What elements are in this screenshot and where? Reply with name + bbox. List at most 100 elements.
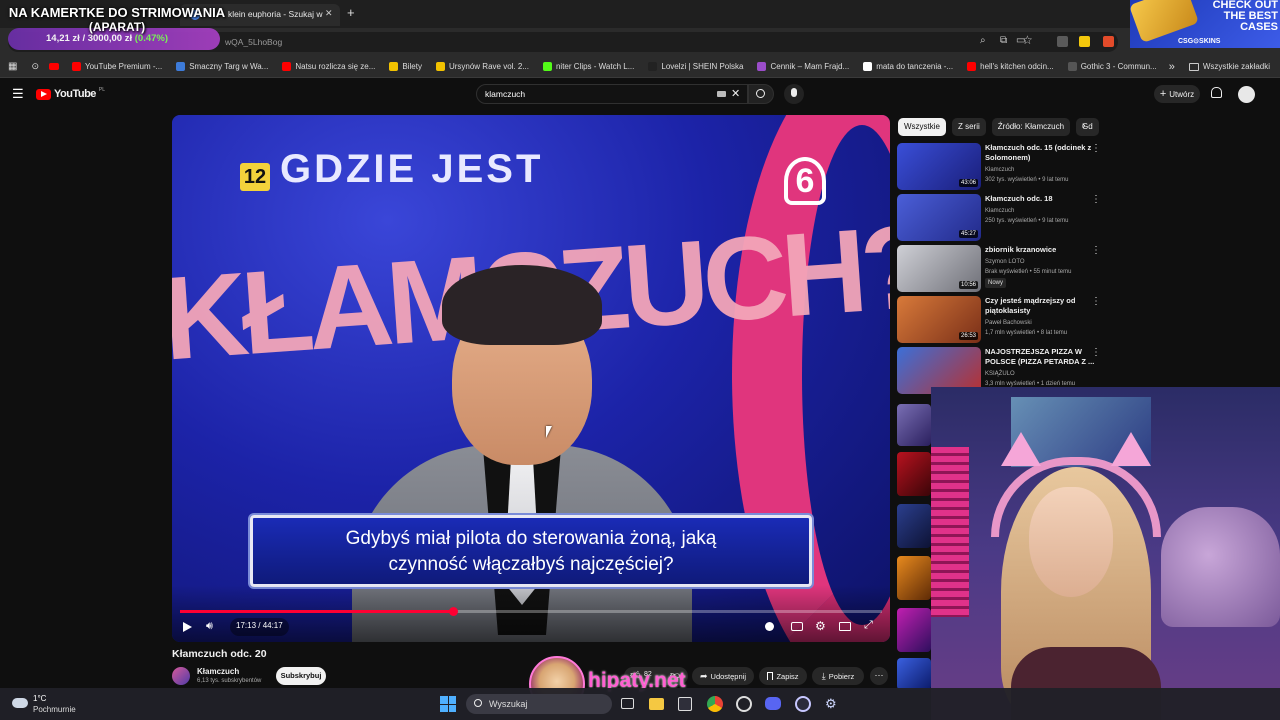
- bookmark-star-icon[interactable]: ☆: [1022, 33, 1033, 47]
- taskbar-search-icon: [474, 699, 482, 707]
- clear-search-icon[interactable]: ✕: [731, 87, 740, 100]
- apps-grid-icon[interactable]: ▦: [8, 61, 17, 72]
- bookmark-item[interactable]: Ursynów Rave vol. 2...: [429, 62, 536, 71]
- extension-icon[interactable]: [1057, 36, 1068, 47]
- obs-icon[interactable]: [795, 696, 811, 712]
- recommended-video-title[interactable]: zbiornik krzanowice: [985, 245, 1095, 255]
- keyboard-icon[interactable]: [717, 91, 726, 97]
- start-button[interactable]: [440, 696, 456, 712]
- bookmark-favicon-icon: [176, 62, 186, 71]
- search-button[interactable]: [748, 84, 774, 104]
- filter-chip[interactable]: Wszystkie: [898, 118, 946, 136]
- taskbar-search-box[interactable]: Wyszukaj: [466, 694, 612, 714]
- recommended-video[interactable]: 26:53 Czy jesteś mądrzejszy od piątoklasi…: [897, 296, 1107, 344]
- app-icon[interactable]: [736, 696, 752, 712]
- bookmark-item[interactable]: Bilety: [382, 62, 429, 71]
- recommended-channel[interactable]: KSIĄŻULO: [985, 369, 1015, 379]
- filter-chips: Wszystkie Z serii Źródło: Kłamczuch Gd: [898, 118, 1099, 136]
- video-thumbnail[interactable]: 26:53: [897, 296, 981, 343]
- bookmark-item[interactable]: Smaczny Targ w Wa...: [169, 62, 275, 71]
- more-options-icon[interactable]: ⋮: [1091, 296, 1101, 307]
- file-explorer-icon[interactable]: [649, 698, 664, 710]
- search-input[interactable]: klamczuch: [485, 89, 525, 99]
- share-button[interactable]: ➦ Udostępnij: [692, 667, 754, 685]
- search-box[interactable]: klamczuch ✕: [476, 84, 748, 104]
- install-app-icon[interactable]: ⧉: [1000, 35, 1007, 46]
- channel-name[interactable]: Kłamczuch: [197, 667, 239, 676]
- bookmark-item[interactable]: hell's kitchen odcin...: [960, 62, 1061, 71]
- recommended-channel[interactable]: Szymon LOTO: [985, 257, 1025, 267]
- channel-avatar[interactable]: [172, 667, 190, 685]
- zoom-icon[interactable]: ⌕: [980, 35, 986, 46]
- fullscreen-icon[interactable]: ⤢: [864, 619, 873, 632]
- bookmark-folder-icon[interactable]: ⊙: [31, 61, 39, 72]
- store-icon[interactable]: [678, 697, 692, 711]
- bookmark-item[interactable]: niter Clips - Watch L...: [536, 62, 641, 71]
- tab-close-icon[interactable]: ✕: [325, 8, 333, 19]
- youtube-bookmark-icon[interactable]: [49, 63, 59, 70]
- folder-icon: [1188, 62, 1199, 71]
- recommended-video-title[interactable]: Kłamczuch odc. 15 (odcinek z Solomonem): [985, 143, 1095, 163]
- recommended-video[interactable]: 45:27 Kłamczuch odc. 18 Kłamczuch 250 tys. …: [897, 194, 1107, 242]
- video-duration: 45:27: [958, 230, 978, 238]
- video-thumbnail[interactable]: 45:27: [897, 194, 981, 241]
- settings-app-icon[interactable]: ⚙: [825, 696, 837, 712]
- video-thumbnail[interactable]: 10:56: [897, 245, 981, 292]
- settings-gear-icon[interactable]: ⚙: [815, 619, 826, 633]
- more-options-icon[interactable]: ⋮: [1091, 347, 1101, 358]
- new-tab-button[interactable]: +: [347, 5, 355, 20]
- recommended-video[interactable]: 10:56 zbiornik krzanowice Szymon LOTO Brak …: [897, 245, 1107, 293]
- video-thumbnail[interactable]: 43:06: [897, 143, 981, 190]
- progress-bar-track[interactable]: [180, 607, 882, 616]
- bookmark-item[interactable]: mata do tanczenia -...: [856, 62, 960, 71]
- create-button[interactable]: + Utwórz: [1154, 85, 1200, 103]
- bookmark-item[interactable]: Lovelzi | SHEIN Polska: [641, 62, 750, 71]
- all-bookmarks-folder[interactable]: Wszystkie zakładki: [1188, 62, 1270, 71]
- autoplay-toggle-icon[interactable]: [765, 622, 774, 631]
- bookmark-list: YouTube Premium -... Smaczny Targ w Wa...…: [65, 62, 1164, 71]
- channel-logo-badge: 6: [784, 157, 826, 205]
- extension-icon[interactable]: [1079, 36, 1090, 47]
- extension-icon[interactable]: [1103, 36, 1114, 47]
- video-duration: 26:53: [958, 332, 978, 340]
- notifications-bell-icon[interactable]: [1211, 87, 1222, 98]
- filter-chip[interactable]: Z serii: [952, 118, 986, 136]
- recommended-video-title[interactable]: NAJOSTRZEJSZA PIZZA W POLSCE (PIZZA PETA…: [985, 347, 1095, 367]
- task-view-icon[interactable]: [621, 698, 634, 709]
- youtube-logo[interactable]: YouTube PL: [36, 87, 105, 100]
- account-avatar[interactable]: [1238, 86, 1255, 103]
- filter-chip[interactable]: Gd: [1076, 118, 1099, 136]
- recommended-video-title[interactable]: Czy jesteś mądrzejszy od piątoklasisty: [985, 296, 1095, 316]
- recommended-channel[interactable]: Paweł Bachowski: [985, 318, 1032, 328]
- more-options-icon[interactable]: ⋮: [1091, 245, 1101, 256]
- streamer-webcam: [931, 387, 1280, 720]
- subscribe-button[interactable]: Subskrybuj: [276, 667, 326, 685]
- play-button-icon[interactable]: [183, 622, 192, 632]
- subtitles-icon[interactable]: [791, 622, 803, 631]
- more-options-icon[interactable]: ⋮: [1091, 143, 1101, 154]
- bookmark-item[interactable]: YouTube Premium -...: [65, 62, 169, 71]
- discord-icon[interactable]: [765, 697, 781, 710]
- more-options-icon[interactable]: ⋮: [1091, 194, 1101, 205]
- save-button[interactable]: Zapisz: [759, 667, 807, 685]
- recommended-channel[interactable]: Kłamczuch: [985, 165, 1014, 175]
- progress-bar-scrubber[interactable]: [449, 607, 459, 616]
- bookmark-item[interactable]: Cennik – Mam Frajd...: [750, 62, 856, 71]
- voice-search-button[interactable]: [784, 84, 804, 104]
- recommended-video[interactable]: 43:06 Kłamczuch odc. 15 (odcinek z Solomo…: [897, 143, 1107, 191]
- volume-icon[interactable]: 🔊︎: [206, 620, 213, 633]
- bookmark-item[interactable]: Natsu rozlicza się ze...: [275, 62, 382, 71]
- more-actions-button[interactable]: ⋯: [870, 667, 888, 685]
- recommended-channel[interactable]: Kłamczuch: [985, 206, 1014, 216]
- share-label: Udostępnij: [710, 671, 746, 681]
- hamburger-menu-icon[interactable]: ☰: [12, 86, 24, 102]
- video-player[interactable]: 12 GDZIE JEST KŁAMCZUCH? 6 Gdybyś miał p…: [172, 115, 890, 642]
- download-button[interactable]: ⤓ Pobierz: [812, 667, 864, 685]
- bookmarks-more-icon[interactable]: »: [1169, 61, 1175, 73]
- chrome-icon[interactable]: [707, 696, 723, 712]
- filter-chip[interactable]: Źródło: Kłamczuch: [991, 118, 1071, 136]
- theater-mode-icon[interactable]: [839, 622, 851, 631]
- bookmark-item[interactable]: Gothic 3 - Commun...: [1061, 62, 1164, 71]
- chips-next-icon[interactable]: ›: [1082, 120, 1086, 132]
- recommended-video-title[interactable]: Kłamczuch odc. 18: [985, 194, 1095, 204]
